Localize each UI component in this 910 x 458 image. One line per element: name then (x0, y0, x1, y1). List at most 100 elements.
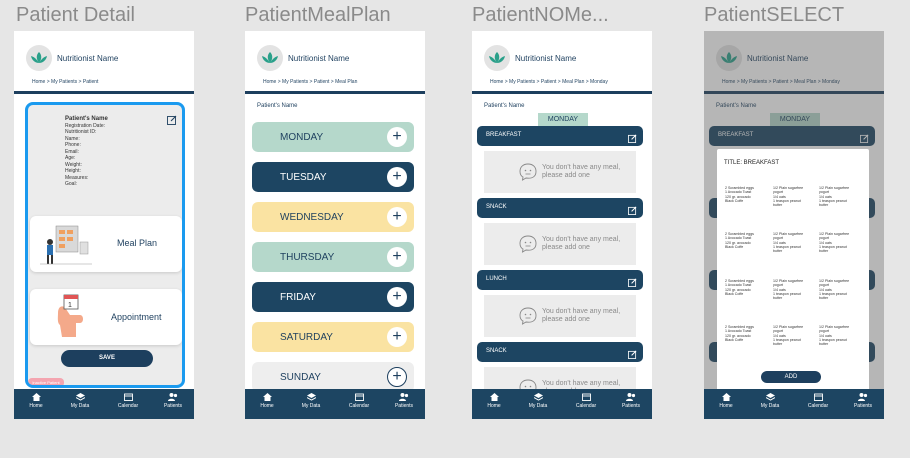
nutritionist-name: Nutritionist Name (57, 54, 119, 63)
patient-detail-card[interactable]: Patient's Name Registration Date: Nutrit… (25, 102, 185, 388)
add-button[interactable]: ADD (761, 371, 821, 383)
day-row-friday[interactable]: FRIDAY + (252, 282, 414, 312)
empty-meal-card: You don't have any meal,please add one (484, 295, 636, 337)
nav-calendar[interactable]: Calendar (344, 393, 374, 409)
day-label: MONDAY (280, 132, 324, 143)
nav-my-data[interactable]: My Data (65, 393, 95, 409)
meal-plan-label: Meal Plan (117, 238, 158, 248)
appointment-illustration-icon: 1 (57, 294, 83, 337)
day-row-sunday[interactable]: SUNDAY + (252, 362, 414, 392)
day-row-saturday[interactable]: SATURDAY + (252, 322, 414, 352)
meal-option[interactable]: 2 Scrambled eggs 1 Avocado Toast 120 gr.… (725, 325, 771, 342)
add-icon[interactable]: + (387, 167, 407, 187)
nav-my-data[interactable]: My Data (755, 393, 785, 409)
app-header: Nutritionist Name Home > My Patients > P… (14, 31, 194, 95)
nav-home[interactable]: Home (479, 393, 509, 409)
frame-select: Nutritionist Name Home > My Patients > P… (704, 31, 884, 419)
chat-face-icon (519, 163, 537, 181)
nav-my-data-label: My Data (301, 403, 321, 409)
nav-home[interactable]: Home (711, 393, 741, 409)
edit-icon[interactable] (628, 274, 637, 292)
empty-meal-text: You don't have any meal,please add one (542, 236, 621, 251)
nav-patients[interactable]: Patients (848, 393, 878, 409)
meal-header-snack[interactable]: SNACK (477, 198, 643, 218)
home-icon (721, 393, 731, 401)
add-icon[interactable]: + (387, 327, 407, 347)
edit-icon[interactable] (628, 202, 637, 220)
nav-patients-label: Patients (621, 403, 641, 409)
nav-patients[interactable]: Patients (616, 393, 646, 409)
day-tab[interactable]: MONDAY (538, 113, 588, 127)
select-meal-modal: TITLE: BREAKFAST 2 Scrambled eggs 1 Avoc… (717, 149, 869, 392)
breadcrumb[interactable]: Home > My Patients > Patient > Meal Plan… (490, 79, 608, 85)
meal-option[interactable]: 1/2 Plain sugarfree yogurt 1/4 oats 1 te… (819, 186, 865, 207)
day-row-monday[interactable]: MONDAY + (252, 122, 414, 152)
nav-patients[interactable]: Patients (158, 393, 188, 409)
add-icon[interactable]: + (387, 207, 407, 227)
day-label: SUNDAY (280, 372, 321, 383)
add-icon[interactable]: + (387, 247, 407, 267)
bottom-nav: Home My Data Calendar Patients (14, 389, 194, 419)
meal-option-row[interactable]: 2 Scrambled eggs 1 Avocado Toast 120 gr.… (725, 232, 865, 274)
save-button[interactable]: SAVE (61, 350, 153, 367)
meal-plan-button[interactable]: Meal Plan (30, 216, 182, 272)
meal-option-row[interactable]: 2 Scrambled eggs 1 Avocado Toast 120 gr.… (725, 325, 865, 367)
nav-my-data[interactable]: My Data (523, 393, 553, 409)
bottom-nav: Home My Data Calendar Patients (704, 389, 884, 419)
chat-face-icon (519, 235, 537, 253)
nav-calendar[interactable]: Calendar (571, 393, 601, 409)
day-row-thursday[interactable]: THURSDAY + (252, 242, 414, 272)
breadcrumb[interactable]: Home > My Patients > Patient (32, 79, 98, 85)
calendar-icon (813, 393, 823, 401)
meal-option-row[interactable]: 2 Scrambled eggs 1 Avocado Toast 120 gr.… (725, 279, 865, 321)
patient-name-label: Patient's Name (257, 103, 298, 109)
empty-meal-text: You don't have any meal,please add one (542, 164, 621, 179)
edit-icon[interactable] (628, 130, 637, 148)
meal-header-breakfast[interactable]: BREAKFAST (477, 126, 643, 146)
breadcrumb[interactable]: Home > My Patients > Patient > Meal Plan (263, 79, 357, 85)
meal-header-snack[interactable]: SNACK (477, 342, 643, 362)
header-divider (14, 91, 194, 94)
day-row-tuesday[interactable]: TUESDAY + (252, 162, 414, 192)
patient-name-label: Patient's Name (484, 103, 525, 109)
meal-option[interactable]: 1/2 Plain sugarfree yogurt 1/4 oats 1 te… (773, 186, 819, 207)
frame-patient-detail: Nutritionist Name Home > My Patients > P… (14, 31, 194, 419)
nav-calendar[interactable]: Calendar (803, 393, 833, 409)
day-label: SATURDAY (280, 332, 333, 343)
add-icon[interactable]: + (387, 287, 407, 307)
nav-my-data[interactable]: My Data (296, 393, 326, 409)
nav-calendar[interactable]: Calendar (113, 393, 143, 409)
meal-label: BREAKFAST (486, 132, 522, 138)
status-badge: Inactive Patient (28, 378, 64, 385)
users-icon (168, 393, 178, 401)
calendar-icon (354, 393, 364, 401)
day-label: FRIDAY (280, 292, 316, 303)
meal-header-lunch[interactable]: LUNCH (477, 270, 643, 290)
frame-title-no-meal: PatientNOMe... (472, 4, 609, 26)
meal-option-row[interactable]: 2 Scrambled eggs 1 Avocado Toast 120 gr.… (725, 186, 865, 228)
nav-home[interactable]: Home (252, 393, 282, 409)
meal-option[interactable]: 1/2 Plain sugarfree yogurt 1/4 oats 1 te… (773, 325, 819, 346)
nav-my-data-label: My Data (70, 403, 90, 409)
meal-option[interactable]: 2 Scrambled eggs 1 Avocado Toast 120 gr.… (725, 279, 771, 296)
meal-option[interactable]: 2 Scrambled eggs 1 Avocado Toast 120 gr.… (725, 232, 771, 249)
calendar-icon (581, 393, 591, 401)
nav-home[interactable]: Home (21, 393, 51, 409)
edit-icon[interactable] (167, 112, 177, 130)
day-row-wednesday[interactable]: WEDNESDAY + (252, 202, 414, 232)
meal-option[interactable]: 1/2 Plain sugarfree yogurt 1/4 oats 1 te… (773, 232, 819, 253)
edit-icon[interactable] (628, 346, 637, 364)
appointment-button[interactable]: 1 Appointment (30, 289, 182, 345)
lotus-logo-icon (257, 45, 283, 71)
add-icon[interactable]: + (387, 367, 407, 387)
nav-home-label: Home (260, 403, 274, 409)
header-divider (245, 91, 425, 94)
add-icon[interactable]: + (387, 127, 407, 147)
nav-patients[interactable]: Patients (389, 393, 419, 409)
meal-option[interactable]: 2 Scrambled eggs 1 Avocado Toast 120 gr.… (725, 186, 771, 203)
meal-option[interactable]: 1/2 Plain sugarfree yogurt 1/4 oats 1 te… (819, 279, 865, 300)
meal-option[interactable]: 1/2 Plain sugarfree yogurt 1/4 oats 1 te… (819, 232, 865, 253)
meal-option[interactable]: 1/2 Plain sugarfree yogurt 1/4 oats 1 te… (819, 325, 865, 346)
meal-option[interactable]: 1/2 Plain sugarfree yogurt 1/4 oats 1 te… (773, 279, 819, 300)
nav-calendar-label: Calendar (807, 403, 829, 409)
